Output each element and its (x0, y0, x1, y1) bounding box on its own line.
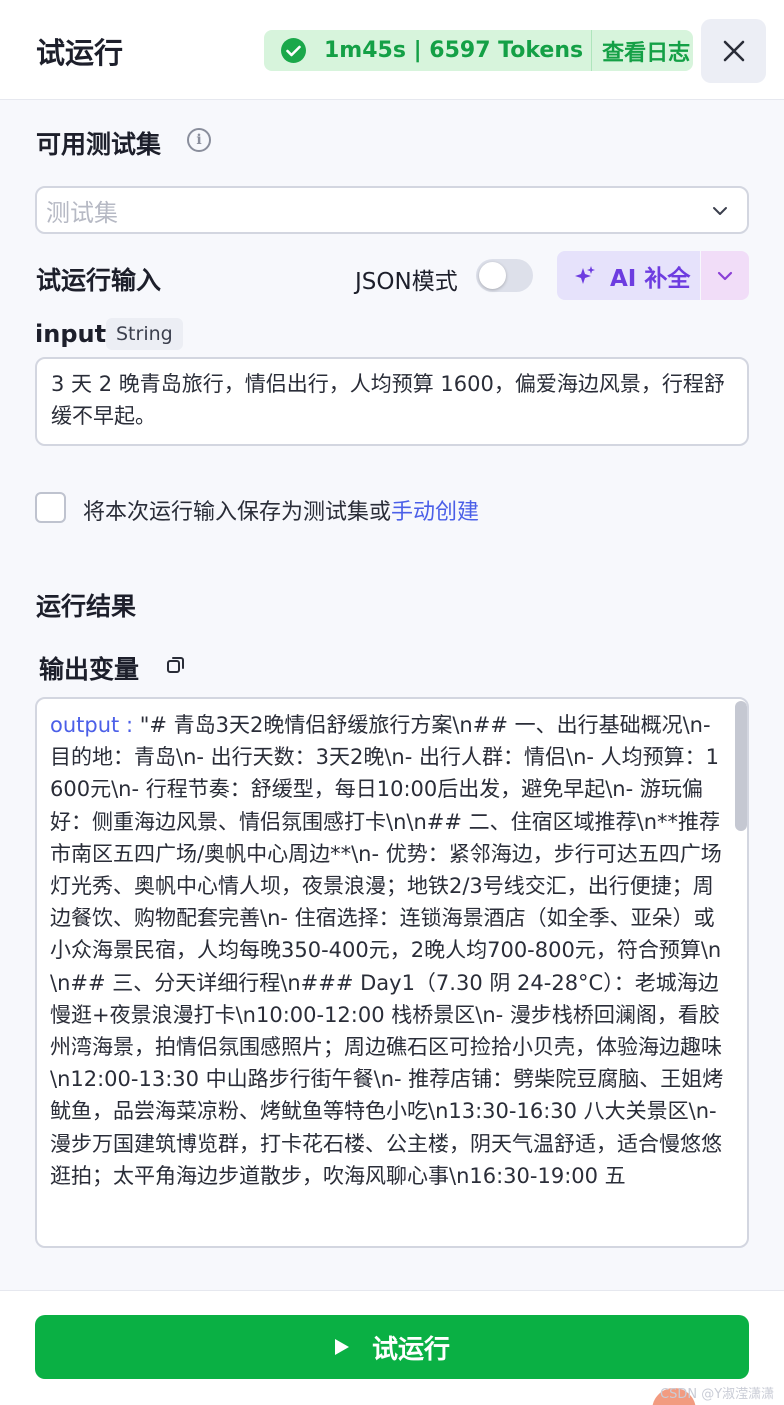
copy-icon[interactable] (166, 655, 186, 675)
toggle-knob (479, 262, 506, 289)
close-button[interactable] (701, 19, 766, 83)
manual-create-link[interactable]: 手动创建 (391, 500, 479, 525)
type-badge: String (106, 318, 183, 350)
chevron-down-icon (713, 207, 727, 215)
run-status-badge: 1m45s | 6597 Tokens 查看日志 (264, 30, 693, 71)
chevron-down-icon (717, 271, 733, 280)
ai-fill-dropdown[interactable] (701, 251, 749, 300)
json-mode-label: JSON模式 (355, 269, 458, 295)
output-panel[interactable]: output : "# 青岛3天2晚情侣舒缓旅行方案\n## 一、出行基础概况\… (35, 697, 749, 1248)
run-stats: 1m45s | 6597 Tokens (324, 38, 584, 63)
output-key: output : (50, 713, 140, 737)
test-set-select[interactable]: 测试集 (35, 186, 749, 234)
input-field-name: input (35, 320, 107, 348)
input-textarea[interactable]: 3 天 2 晚青岛旅行，情侣出行，人均预算 1600，偏爱海边风景，行程舒缓不早… (35, 357, 749, 446)
save-testset-label: 将本次运行输入保存为测试集或手动创建 (83, 494, 479, 526)
save-testset-text: 将本次运行输入保存为测试集或 (83, 500, 392, 525)
info-icon[interactable]: i (187, 128, 211, 152)
check-circle-icon (281, 38, 306, 63)
run-input-title: 试运行输入 (36, 266, 162, 295)
view-log-link[interactable]: 查看日志 (602, 35, 690, 67)
output-value: "# 青岛3天2晚情侣舒缓旅行方案\n## 一、出行基础概况\n- 目的地：青岛… (50, 713, 724, 1188)
status-divider (591, 30, 593, 71)
test-set-placeholder: 测试集 (46, 198, 118, 227)
run-button[interactable]: 试运行 (35, 1315, 749, 1379)
output-scrollbar[interactable] (735, 701, 747, 831)
output-variables-title: 输出变量 (39, 655, 140, 684)
test-set-title: 可用测试集 (36, 130, 162, 159)
close-icon (723, 40, 744, 62)
output-content: output : "# 青岛3天2晚情侣舒缓旅行方案\n## 一、出行基础概况\… (50, 709, 724, 1192)
ai-fill-button[interactable]: AI 补全 (557, 251, 700, 300)
ai-fill-label: AI 补全 (610, 265, 691, 292)
run-result-title: 运行结果 (36, 592, 137, 621)
watermark: CSDN @Y淑滢潇潇 (660, 1387, 775, 1402)
sparkle-icon (575, 265, 595, 284)
page-title: 试运行 (36, 36, 124, 70)
panel-header: 试运行 1m45s | 6597 Tokens 查看日志 (0, 0, 784, 100)
save-testset-checkbox[interactable] (35, 492, 66, 523)
play-icon (334, 1339, 349, 1355)
run-button-label: 试运行 (371, 1334, 450, 1365)
json-mode-toggle[interactable] (476, 259, 533, 292)
